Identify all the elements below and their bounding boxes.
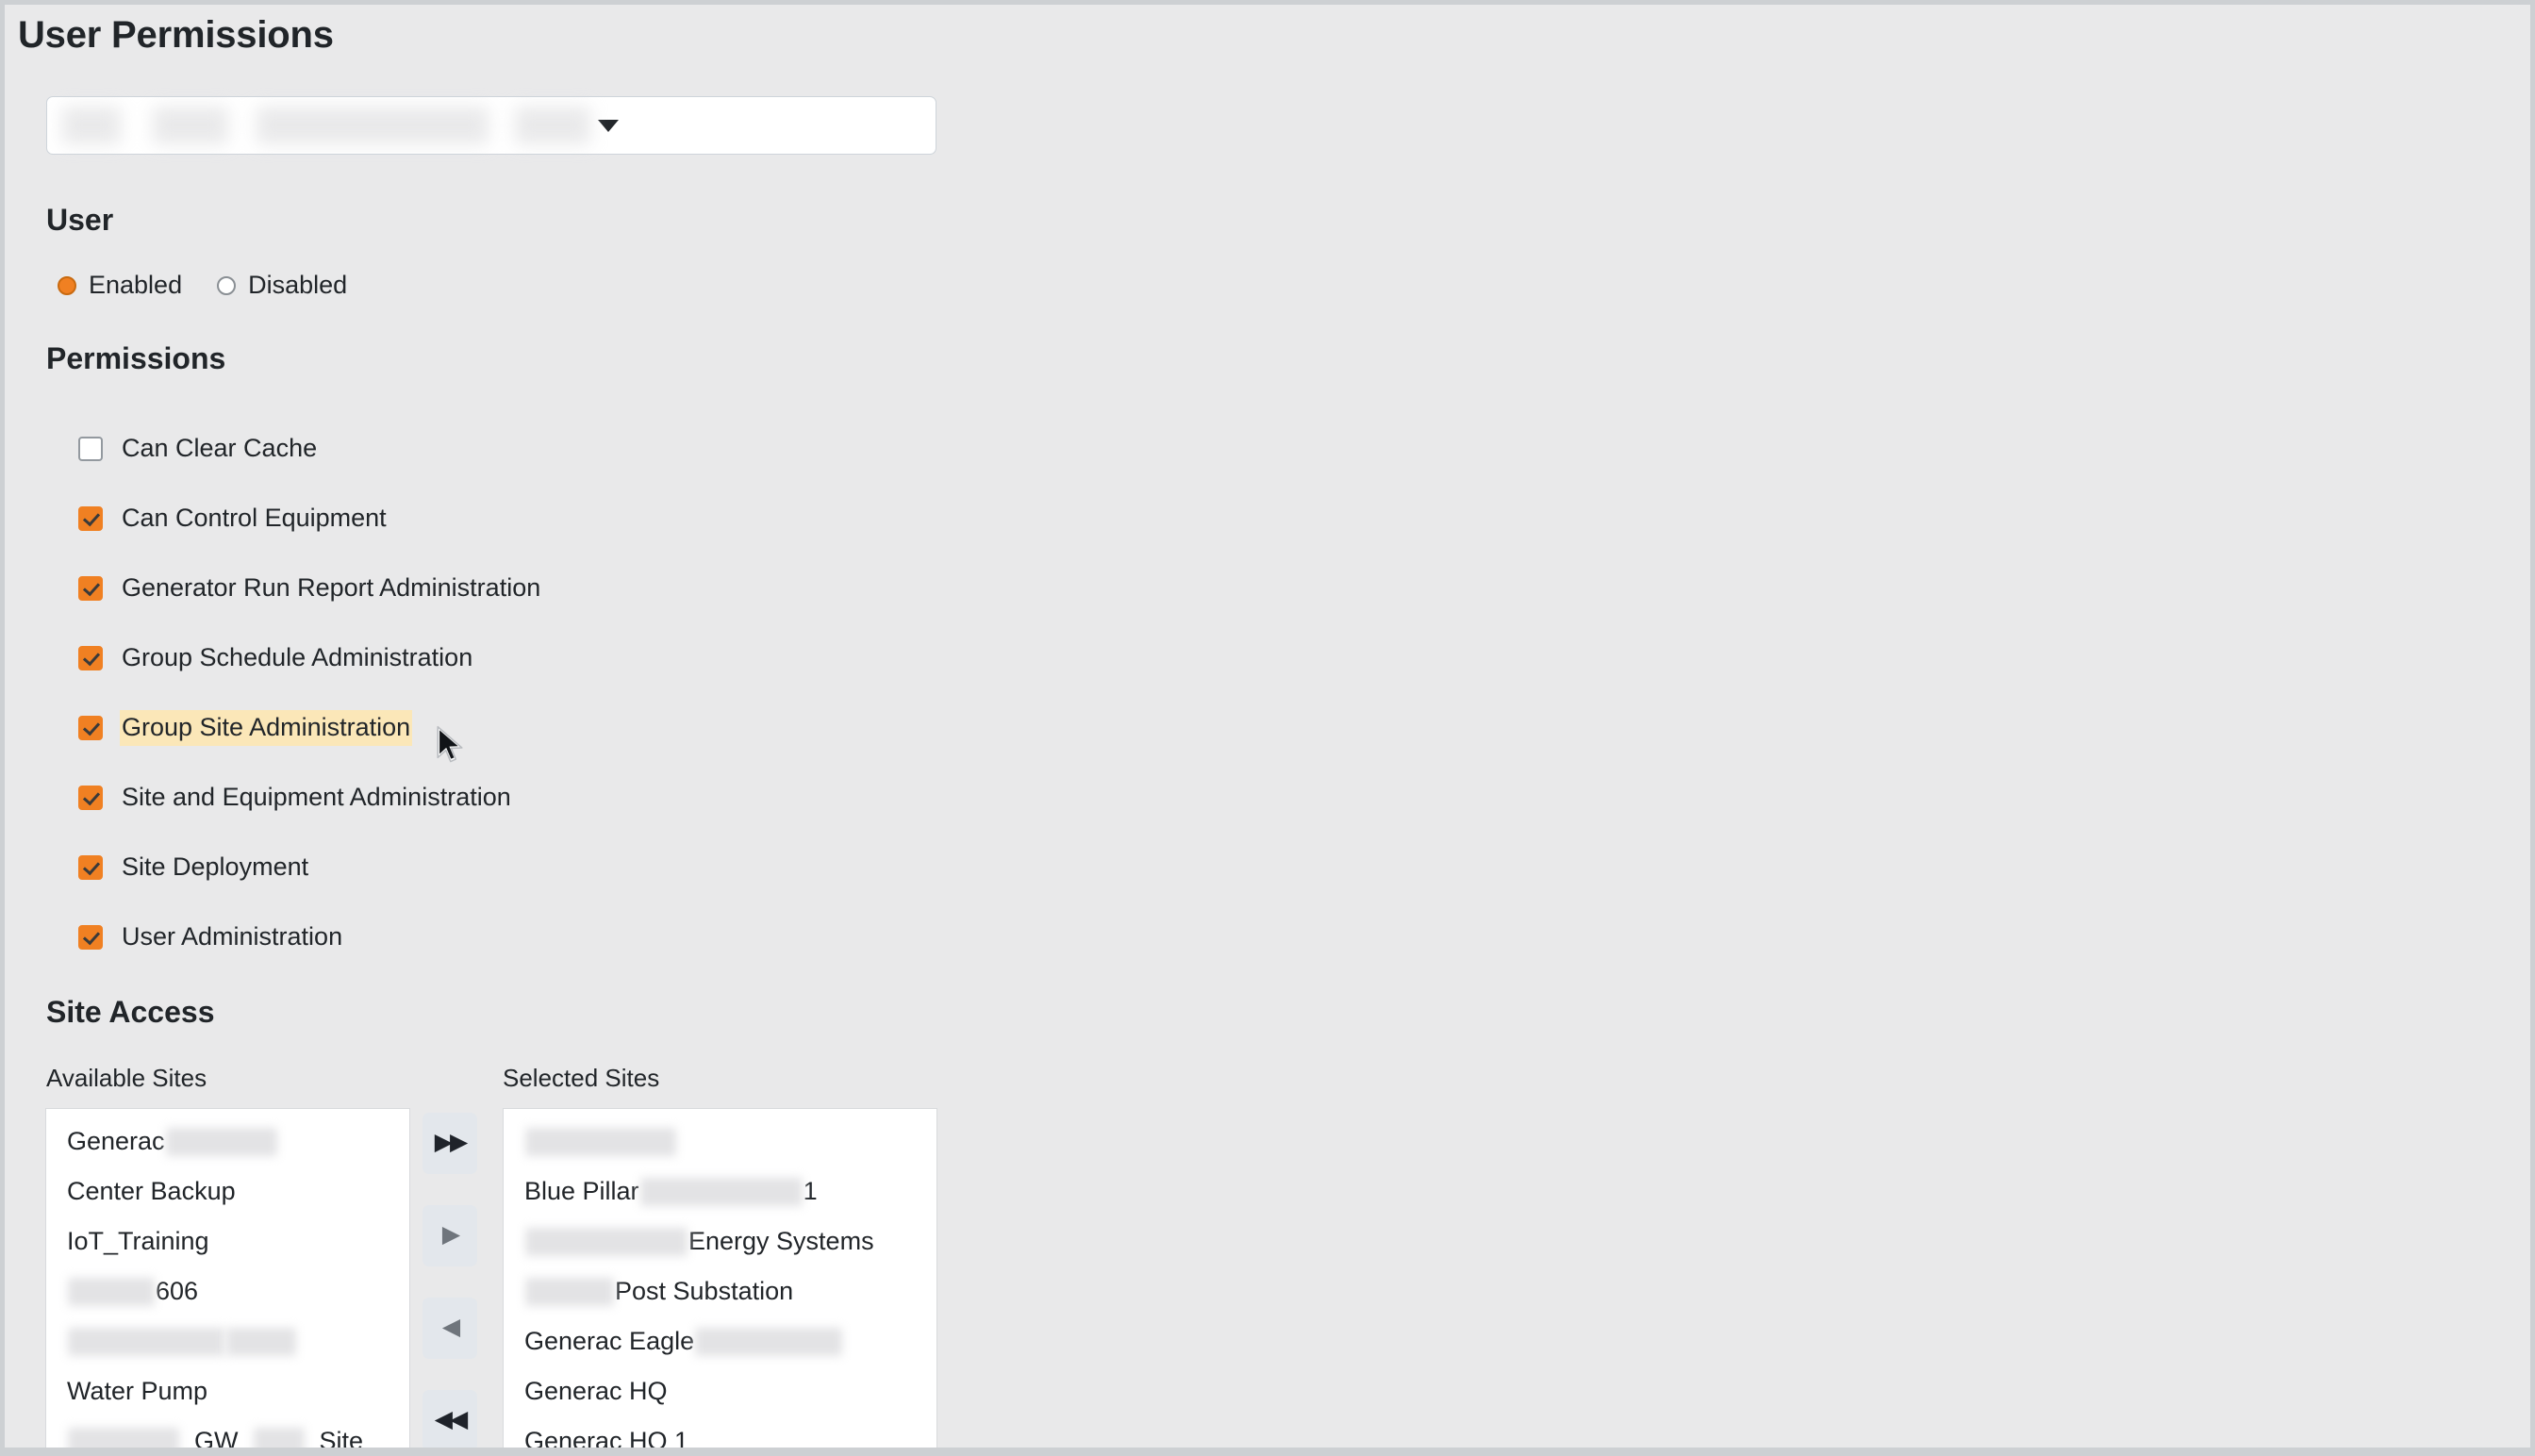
radio-option-disabled[interactable]: Disabled xyxy=(217,271,347,300)
page-title: User Permissions xyxy=(18,14,334,56)
move-all-left-button[interactable]: ◀◀ xyxy=(422,1390,477,1448)
move-left-icon: ◀ xyxy=(441,1314,460,1340)
radio-option-enabled[interactable]: Enabled xyxy=(58,271,182,300)
chevron-down-icon xyxy=(598,119,619,132)
permission-label: Can Clear Cache xyxy=(122,433,318,462)
user-permissions-page: User Permissions User Enabled Disabled P… xyxy=(0,0,2535,1456)
site-item-text: Generac HQ 1 xyxy=(524,1427,689,1456)
checkbox-checked-icon[interactable] xyxy=(78,925,103,950)
redacted-text-block xyxy=(253,1427,305,1448)
site-list-item[interactable]: Energy Systems xyxy=(504,1216,936,1266)
available-sites-label: Available Sites xyxy=(46,1064,207,1092)
radio-enabled-label: Enabled xyxy=(89,271,183,299)
site-item-text: 606 xyxy=(156,1277,199,1306)
site-item-text: Water Pump xyxy=(67,1377,208,1406)
redacted-text-block xyxy=(525,1277,614,1306)
user-section-heading: User xyxy=(46,203,114,237)
site-list-item[interactable] xyxy=(46,1316,409,1366)
redacted-text-block xyxy=(165,1127,277,1156)
site-list-item[interactable]: Blue Pillar 1 xyxy=(504,1166,936,1216)
checkbox-checked-icon[interactable] xyxy=(78,855,103,880)
site-transfer-button-column: ▶▶ ▶ ◀ ◀◀ xyxy=(422,1113,477,1448)
move-left-button[interactable]: ◀ xyxy=(422,1298,477,1359)
permission-row[interactable]: Site and Equipment Administration xyxy=(78,763,542,833)
permission-row[interactable]: Can Control Equipment xyxy=(78,484,542,554)
site-list-item[interactable]: Generac xyxy=(46,1117,409,1166)
permission-label: Generator Run Report Administration xyxy=(122,572,541,602)
redacted-text-block xyxy=(525,1127,676,1156)
move-all-right-button[interactable]: ▶▶ xyxy=(422,1113,477,1174)
checkbox-checked-icon[interactable] xyxy=(78,716,103,740)
permission-label: Site Deployment xyxy=(122,852,309,881)
site-item-text: Generac HQ xyxy=(524,1377,668,1406)
checkbox-checked-icon[interactable] xyxy=(78,576,103,601)
permission-row[interactable]: User Administration xyxy=(78,902,542,972)
permissions-section-heading: Permissions xyxy=(46,341,226,375)
site-item-text: Post Substation xyxy=(615,1277,794,1306)
site-list-item[interactable]: 606 xyxy=(46,1266,409,1316)
site-list-item[interactable]: Generac HQ xyxy=(504,1366,936,1416)
move-all-left-icon: ◀◀ xyxy=(434,1406,468,1432)
move-all-right-icon: ▶▶ xyxy=(434,1129,468,1155)
site-list-item[interactable]: Generac Eagle xyxy=(504,1316,936,1366)
site-list-item[interactable]: Generac HQ 1 xyxy=(504,1416,936,1456)
site-list-item[interactable]: Water Pump xyxy=(46,1366,409,1416)
site-item-text: Center Backup xyxy=(67,1177,236,1206)
move-right-button[interactable]: ▶ xyxy=(422,1205,477,1266)
permission-row[interactable]: Site Deployment xyxy=(78,833,542,902)
permission-label: Group Schedule Administration xyxy=(122,642,473,671)
permission-label: Site and Equipment Administration xyxy=(122,782,511,811)
site-item-text: Blue Pillar xyxy=(524,1177,639,1206)
site-list-item[interactable]: IoT_Training xyxy=(46,1216,409,1266)
user-select-value xyxy=(62,107,590,144)
site-list-item[interactable] xyxy=(504,1117,936,1166)
available-sites-listbox[interactable]: Generac Center Backup IoT_Training 606 Wat… xyxy=(45,1108,410,1456)
redacted-text-block xyxy=(695,1327,843,1356)
permissions-list: Can Clear Cache Can Control Equipment Gene… xyxy=(78,414,542,972)
redacted-text-block xyxy=(68,1327,224,1356)
radio-enabled-icon[interactable] xyxy=(58,275,76,295)
site-list-item[interactable]: Center Backup xyxy=(46,1166,409,1216)
permission-label: User Administration xyxy=(122,921,343,951)
site-item-text: _Site xyxy=(305,1427,364,1456)
user-status-radio-group: Enabled Disabled xyxy=(58,271,382,300)
user-select-dropdown[interactable] xyxy=(46,96,936,155)
redacted-text-block xyxy=(68,1277,155,1306)
radio-disabled-icon[interactable] xyxy=(217,275,237,295)
move-right-icon: ▶ xyxy=(441,1221,460,1248)
permission-row[interactable]: Group Schedule Administration xyxy=(78,623,542,693)
site-list-item[interactable]: _GW_ _Site xyxy=(46,1416,409,1456)
checkbox-unchecked-icon[interactable] xyxy=(78,437,103,461)
site-item-text: IoT_Training xyxy=(67,1227,209,1256)
site-item-text: Generac Eagle xyxy=(524,1327,695,1356)
checkbox-checked-icon[interactable] xyxy=(78,786,103,810)
site-access-section-heading: Site Access xyxy=(46,995,215,1029)
redacted-text-block xyxy=(226,1327,296,1356)
site-item-text: Energy Systems xyxy=(688,1227,874,1256)
checkbox-checked-icon[interactable] xyxy=(78,646,103,670)
site-list-item[interactable]: Post Substation xyxy=(504,1266,936,1316)
site-item-text: _GW_ xyxy=(180,1427,253,1456)
radio-disabled-label: Disabled xyxy=(248,271,348,299)
permission-label: Group Site Administration xyxy=(120,709,413,747)
permission-row[interactable]: Group Site Administration xyxy=(78,693,542,763)
permission-row[interactable]: Can Clear Cache xyxy=(78,414,542,484)
permission-row[interactable]: Generator Run Report Administration xyxy=(78,554,542,623)
site-item-text: 1 xyxy=(803,1177,818,1206)
redacted-text-block xyxy=(525,1227,688,1256)
site-item-text: Generac xyxy=(67,1127,165,1156)
selected-sites-label: Selected Sites xyxy=(503,1064,660,1092)
redacted-text-block xyxy=(68,1427,179,1448)
redacted-text-block xyxy=(639,1177,803,1206)
permission-label: Can Control Equipment xyxy=(122,503,387,532)
checkbox-checked-icon[interactable] xyxy=(78,506,103,531)
selected-sites-listbox[interactable]: Blue Pillar 1 Energy Systems Post Substati… xyxy=(503,1108,937,1456)
